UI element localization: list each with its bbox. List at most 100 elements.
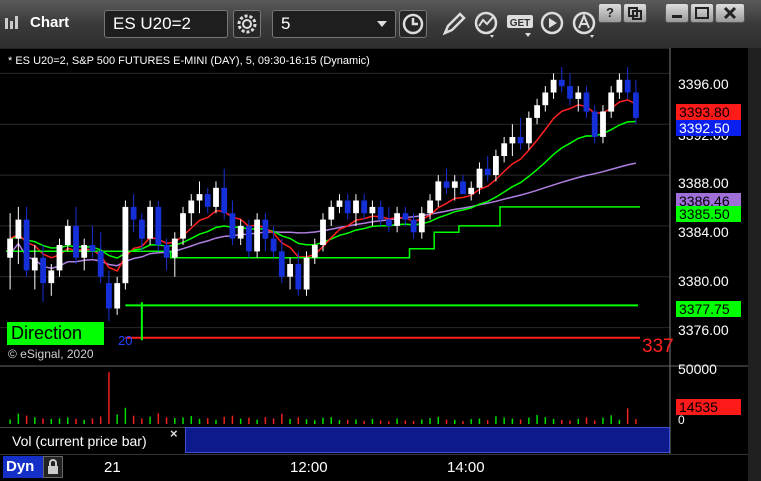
time-label: 12:00 (290, 459, 328, 476)
candle-body (550, 79, 557, 93)
low-price-tag: 3377.75 (676, 301, 741, 317)
volume-top-tick: 50000 (678, 361, 717, 377)
close-icon[interactable]: × (170, 426, 178, 441)
study-icon[interactable] (472, 9, 500, 39)
candle-body (311, 245, 318, 258)
candle-body (484, 168, 491, 176)
symbol-selector[interactable]: ES U20=2 (104, 10, 228, 38)
candle-body (534, 105, 540, 118)
candle-body (418, 213, 425, 233)
candle-body (262, 219, 269, 239)
play-icon[interactable] (538, 9, 566, 39)
gear-icon (237, 14, 257, 34)
candle-body (633, 92, 639, 118)
candle-body (600, 111, 606, 137)
candle-body (196, 194, 203, 201)
volume-zero-tick: 0 (678, 413, 685, 427)
link-button[interactable] (623, 3, 647, 23)
candle-body (624, 79, 631, 93)
candle-body (361, 200, 368, 214)
maximize-icon (695, 7, 709, 19)
clock-icon (402, 13, 424, 35)
stop-price-tag: 3385.50 (676, 206, 741, 222)
price-chart[interactable] (0, 48, 761, 481)
candle-body (188, 200, 195, 214)
help-button[interactable]: ? (598, 3, 622, 23)
candle-body (180, 213, 186, 239)
chart-window: Chart ES U20=2 5 GET ? * ES U20=2, S&P 5… (0, 0, 761, 481)
chart-icon (5, 16, 18, 29)
candle-body (451, 181, 458, 188)
candle-body (295, 264, 302, 290)
candle-body (270, 238, 277, 252)
get-data-icon[interactable]: GET (505, 9, 537, 39)
interval-value: 5 (281, 14, 291, 33)
candle-body (213, 187, 219, 207)
candle-body (608, 92, 615, 112)
volume-study-bar[interactable] (185, 427, 670, 453)
candle-body (73, 225, 79, 258)
candle-body (336, 200, 343, 207)
symbol-settings-button[interactable] (233, 10, 261, 38)
candle-body (435, 181, 442, 201)
pencil-icon[interactable] (440, 9, 468, 39)
candle-body (542, 92, 549, 106)
candle-body (204, 194, 211, 207)
price-tick: 3384.00 (678, 224, 729, 240)
candle-body (501, 143, 508, 156)
candle-body (509, 137, 516, 144)
candle-body (567, 86, 573, 99)
candle-body (394, 213, 400, 226)
low-marker: 20 (118, 333, 133, 348)
candle-body (575, 92, 582, 99)
volume-study-label[interactable]: Vol (current price bar) (0, 427, 185, 453)
price-tick: 3396.00 (678, 76, 729, 92)
candle-body (15, 219, 22, 239)
lock-button[interactable] (43, 456, 63, 478)
symbol-value: ES U20=2 (113, 14, 191, 33)
candle-body (23, 219, 30, 271)
close-icon (723, 6, 737, 20)
candle-body (221, 187, 228, 214)
candle-body (89, 245, 96, 252)
candle-body (64, 225, 71, 245)
candle-body (31, 257, 38, 271)
candle-body (56, 245, 63, 271)
close-button[interactable] (715, 3, 745, 23)
candle-body (443, 181, 450, 188)
candle-body (328, 206, 335, 220)
candle-body (427, 200, 433, 214)
candle-body (40, 257, 46, 284)
candle-body (558, 79, 565, 87)
minimize-button[interactable] (665, 3, 689, 23)
minimize-icon (672, 15, 682, 18)
support-price-label: 337 (642, 336, 674, 357)
candle-body (369, 206, 376, 214)
candle-body (48, 270, 55, 284)
candle-body (97, 251, 104, 277)
svg-text:GET: GET (510, 18, 531, 29)
candle-body (344, 200, 351, 214)
dynamic-mode-button[interactable]: Dyn (3, 456, 43, 478)
candle-body (377, 206, 384, 220)
candle-body (163, 245, 170, 258)
candle-body (106, 283, 112, 309)
candle-body (402, 213, 409, 220)
time-label: 21 (104, 459, 121, 476)
ma-fast-price-tag: 3393.80 (676, 104, 741, 120)
alert-icon[interactable] (570, 9, 598, 39)
candle-body (130, 206, 137, 220)
candle-body (254, 219, 260, 252)
candle-body (517, 137, 524, 144)
candle-body (476, 168, 483, 188)
chevron-down-icon (377, 21, 387, 27)
price-tick: 3376.00 (678, 322, 729, 338)
interval-clock-button[interactable] (399, 10, 427, 38)
maximize-button[interactable] (690, 3, 714, 23)
candle-body (278, 251, 285, 277)
price-tick: 3388.00 (678, 175, 729, 191)
interval-selector[interactable]: 5 (272, 10, 396, 38)
candle-body (353, 200, 359, 214)
candle-body (114, 283, 121, 309)
candle-body (460, 181, 466, 195)
